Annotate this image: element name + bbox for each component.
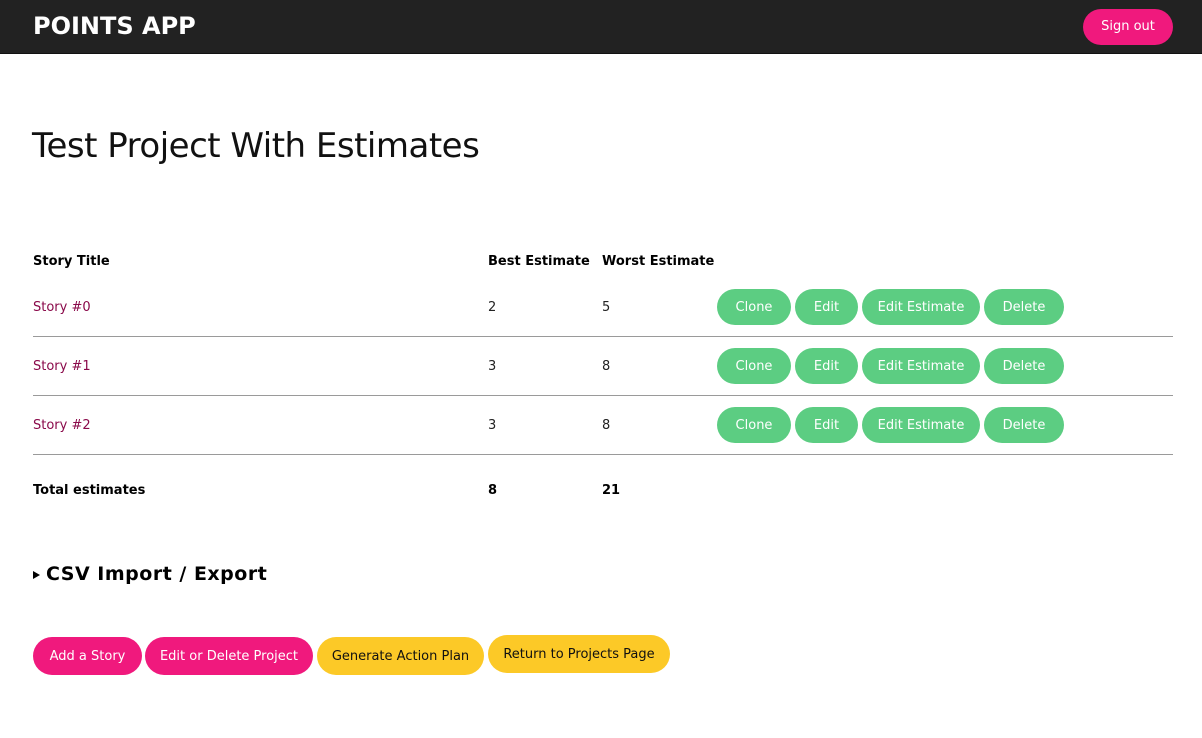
delete-button[interactable]: Delete: [984, 289, 1064, 325]
add-story-button[interactable]: Add a Story: [33, 637, 142, 675]
story-link[interactable]: Story #0: [33, 300, 91, 315]
totals-label: Total estimates: [33, 483, 146, 498]
table-row: Story #0 2 5 Clone Edit Edit Estimate De…: [33, 278, 1173, 337]
totals-row: Total estimates 8 21: [33, 455, 1173, 525]
clone-button[interactable]: Clone: [717, 348, 791, 384]
sign-out-button[interactable]: Sign out: [1083, 9, 1173, 45]
worst-estimate-value: 8: [602, 359, 611, 374]
worst-estimate-value: 8: [602, 418, 611, 433]
return-projects-button[interactable]: Return to Projects Page: [488, 635, 670, 673]
table-header-row: Story Title Best Estimate Worst Estimate: [33, 244, 1173, 278]
best-estimate-value: 2: [488, 300, 497, 315]
total-best-estimate: 8: [488, 483, 498, 498]
edit-button[interactable]: Edit: [795, 348, 858, 384]
delete-button[interactable]: Delete: [984, 407, 1064, 443]
best-estimate-value: 3: [488, 418, 497, 433]
best-estimate-value: 3: [488, 359, 497, 374]
clone-button[interactable]: Clone: [717, 407, 791, 443]
edit-estimate-button[interactable]: Edit Estimate: [862, 289, 980, 325]
top-nav-bar: POINTS APP Sign out: [0, 0, 1202, 54]
csv-section-label: CSV Import / Export: [46, 563, 268, 585]
story-link[interactable]: Story #1: [33, 359, 91, 374]
generate-action-plan-button[interactable]: Generate Action Plan: [317, 637, 484, 675]
app-brand: POINTS APP: [33, 12, 196, 40]
column-header-worst-estimate: Worst Estimate: [602, 254, 715, 269]
edit-estimate-button[interactable]: Edit Estimate: [862, 407, 980, 443]
table-row: Story #1 3 8 Clone Edit Edit Estimate De…: [33, 337, 1173, 396]
edit-button[interactable]: Edit: [795, 289, 858, 325]
page-title: Test Project With Estimates: [32, 126, 480, 166]
delete-button[interactable]: Delete: [984, 348, 1064, 384]
column-header-story-title: Story Title: [33, 254, 110, 269]
clone-button[interactable]: Clone: [717, 289, 791, 325]
edit-estimate-button[interactable]: Edit Estimate: [862, 348, 980, 384]
table-row: Story #2 3 8 Clone Edit Edit Estimate De…: [33, 396, 1173, 455]
worst-estimate-value: 5: [602, 300, 611, 315]
csv-import-export-toggle[interactable]: CSV Import / Export: [33, 561, 267, 587]
total-worst-estimate: 21: [602, 483, 621, 498]
story-link[interactable]: Story #2: [33, 418, 91, 433]
stories-table: Story Title Best Estimate Worst Estimate…: [33, 244, 1173, 525]
disclosure-triangle-icon: [33, 571, 40, 579]
edit-button[interactable]: Edit: [795, 407, 858, 443]
row-actions: Clone Edit Edit Estimate Delete: [717, 289, 1064, 325]
row-actions: Clone Edit Edit Estimate Delete: [717, 348, 1064, 384]
column-header-best-estimate: Best Estimate: [488, 254, 590, 269]
row-actions: Clone Edit Edit Estimate Delete: [717, 407, 1064, 443]
edit-delete-project-button[interactable]: Edit or Delete Project: [145, 637, 313, 675]
